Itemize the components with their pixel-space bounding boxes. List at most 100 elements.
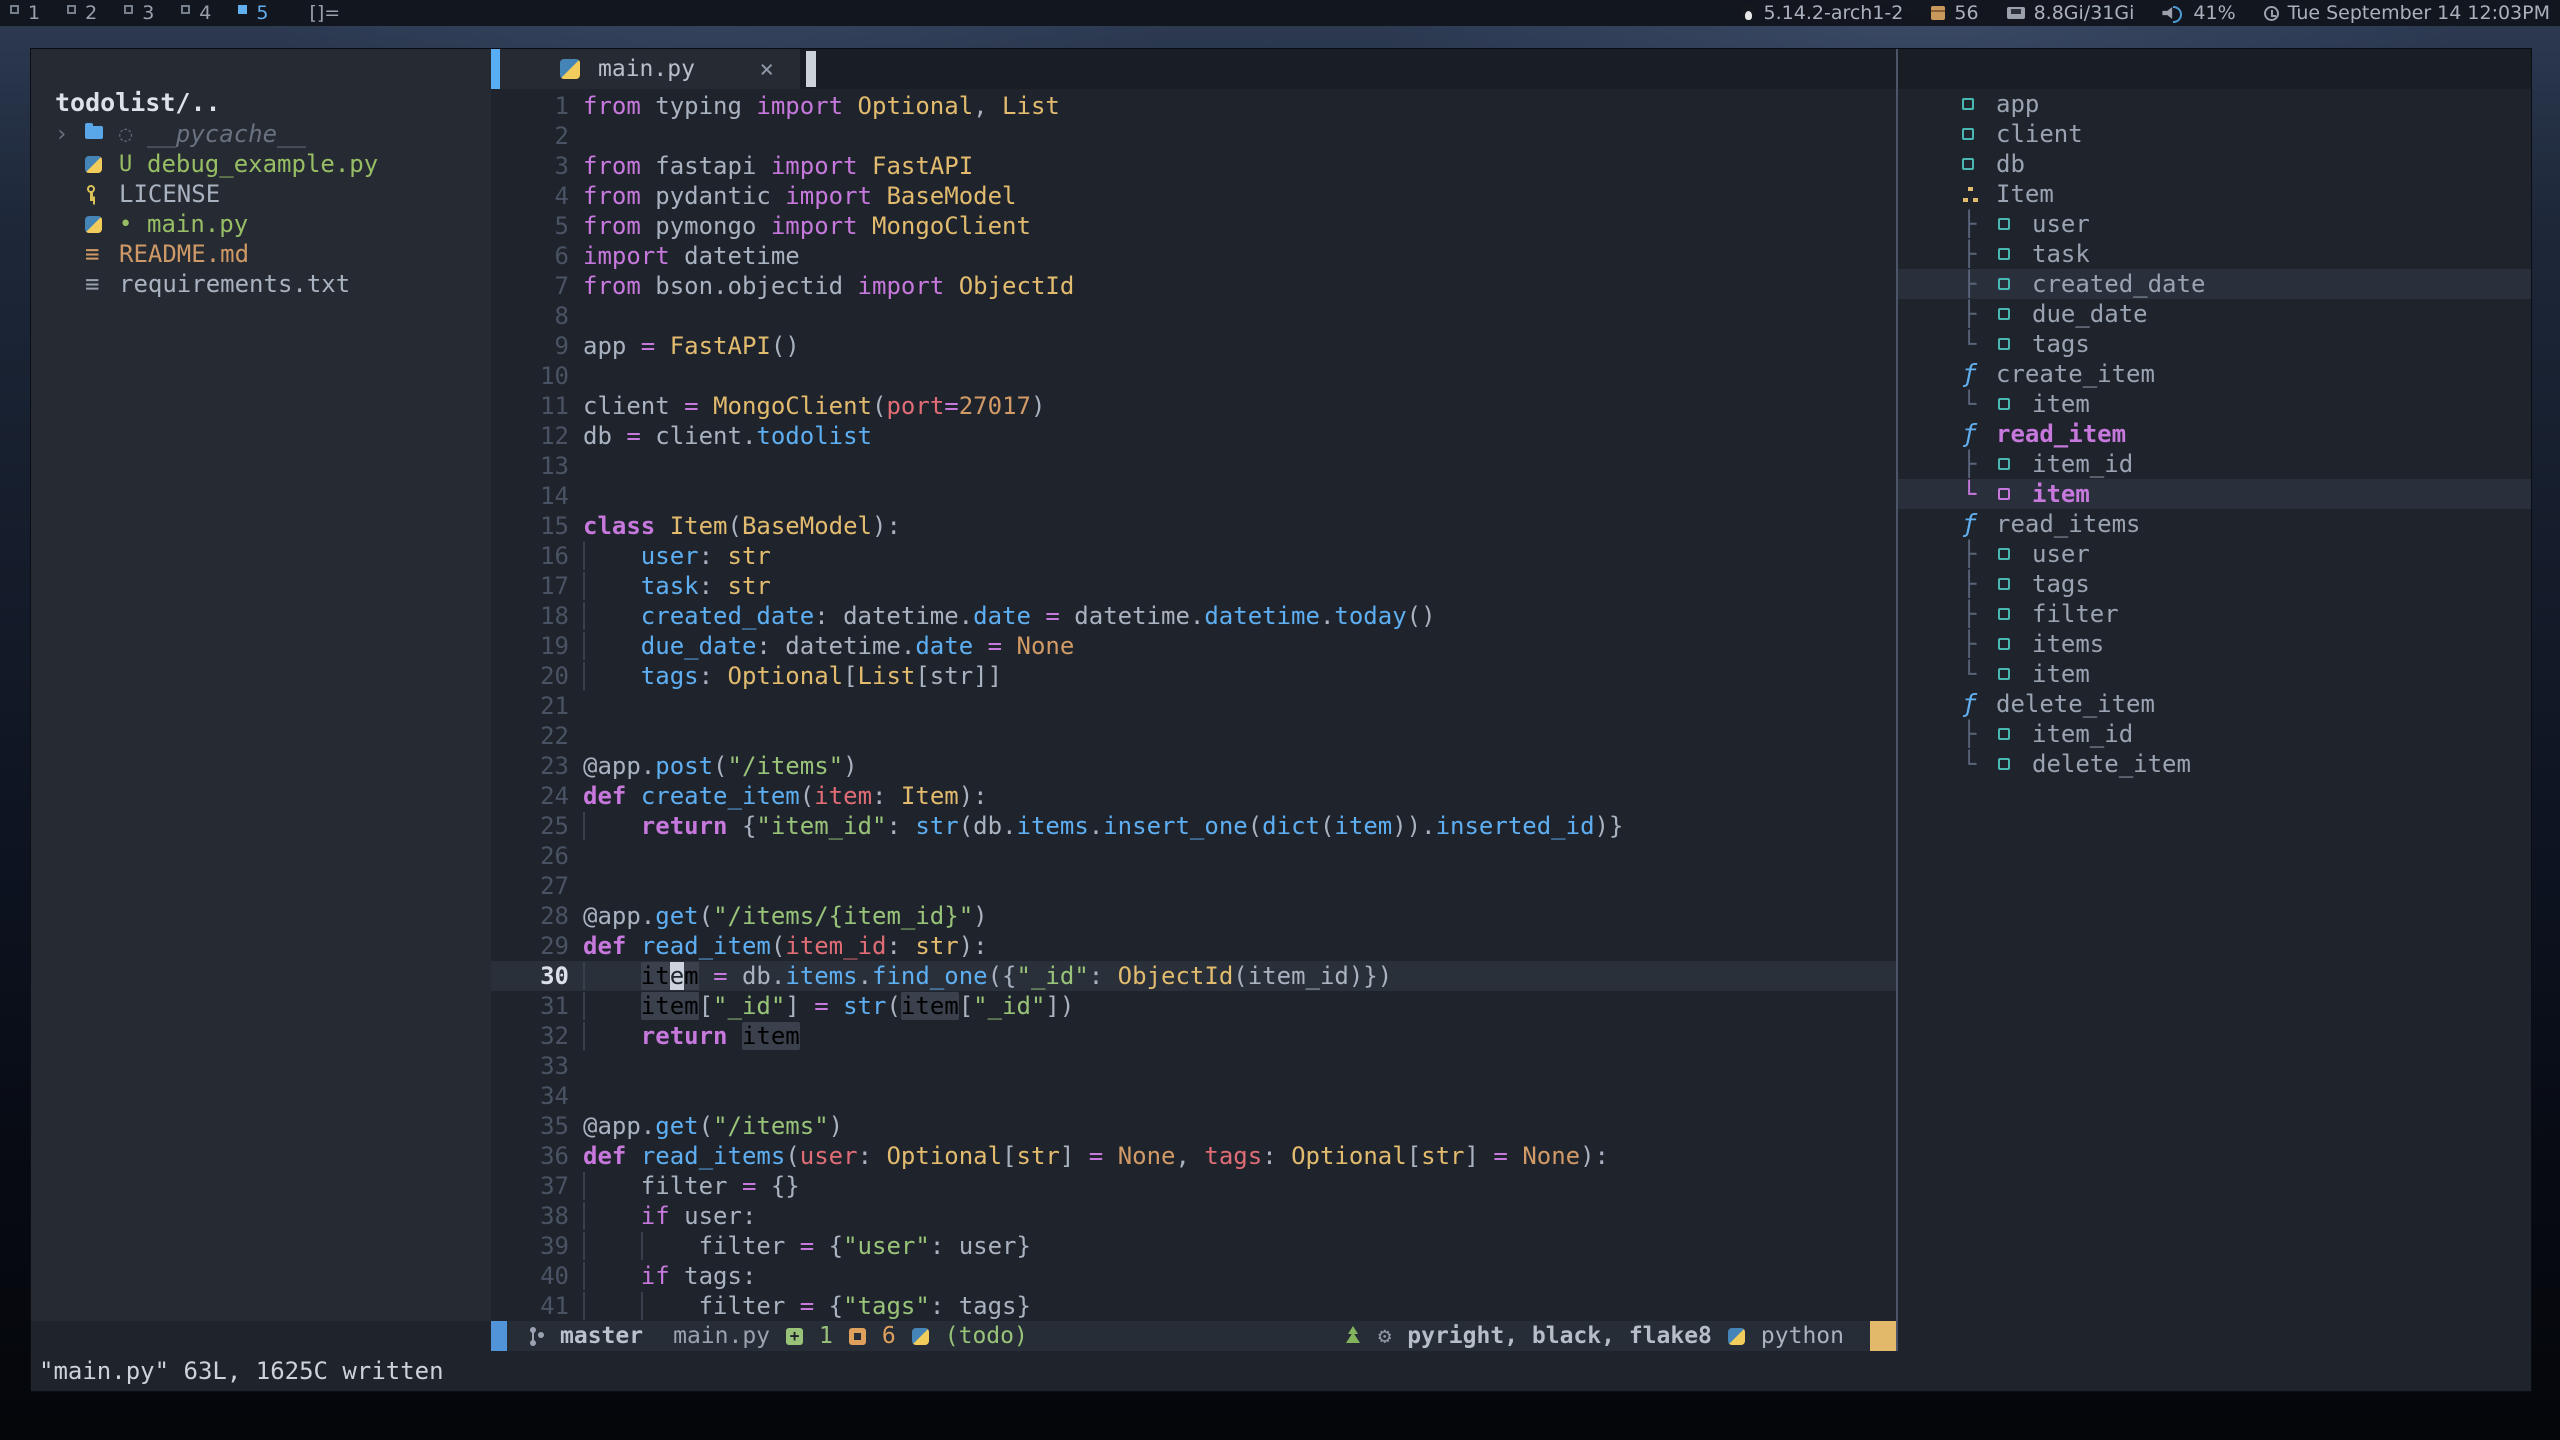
code-line[interactable]: 21 <box>491 691 1896 721</box>
workspace-2[interactable]: 2 <box>67 0 97 26</box>
code-line[interactable]: 23@app.post("/items") <box>491 751 1896 781</box>
code-line[interactable]: 38 if user: <box>491 1201 1896 1231</box>
code-line[interactable]: 41 filter = {"tags": tags} <box>491 1291 1896 1321</box>
code-pane[interactable]: 1from typing import Optional, List23from… <box>491 89 1896 1321</box>
outline-item[interactable]: client <box>1898 119 2531 149</box>
code-line[interactable]: 11client = MongoClient(port=27017) <box>491 391 1896 421</box>
outline-item[interactable]: db <box>1898 149 2531 179</box>
code-line[interactable]: 16 user: str <box>491 541 1896 571</box>
outline-item[interactable]: ├created_date <box>1898 269 2531 299</box>
code-line[interactable]: 28@app.get("/items/{item_id}") <box>491 901 1896 931</box>
tree-item[interactable]: •main.py <box>31 209 491 239</box>
code-line[interactable]: 26 <box>491 841 1896 871</box>
tree-branch-glyph: ├ <box>1962 630 1998 658</box>
code-line[interactable]: 31 item["_id"] = str(item["_id"]) <box>491 991 1896 1021</box>
code-line[interactable]: 12db = client.todolist <box>491 421 1896 451</box>
line-text: client = MongoClient(port=27017) <box>583 391 1045 421</box>
line-number: 19 <box>491 631 569 661</box>
line-text: @app.get("/items") <box>583 1111 843 1141</box>
tree-item[interactable]: README.md <box>31 239 491 269</box>
outline-item[interactable]: └tags <box>1898 329 2531 359</box>
outline-item[interactable]: app <box>1898 89 2531 119</box>
code-line[interactable]: 7from bson.objectid import ObjectId <box>491 271 1896 301</box>
outline-item[interactable]: delete_item <box>1898 689 2531 719</box>
code-line[interactable]: 9app = FastAPI() <box>491 331 1896 361</box>
workspace-4[interactable]: 4 <box>181 0 211 26</box>
code-line[interactable]: 24def create_item(item: Item): <box>491 781 1896 811</box>
code-line[interactable]: 20 tags: Optional[List[str]] <box>491 661 1896 691</box>
outline-item[interactable]: ├user <box>1898 539 2531 569</box>
code-line[interactable]: 22 <box>491 721 1896 751</box>
outline-item[interactable]: └item <box>1898 389 2531 419</box>
outline-item[interactable]: ├item_id <box>1898 449 2531 479</box>
tab-close-icon[interactable]: × <box>760 55 774 83</box>
tree-branch-glyph: ├ <box>1962 600 1998 628</box>
tree-item[interactable]: Udebug_example.py <box>31 149 491 179</box>
tree-item[interactable]: ›◌__pycache__ <box>31 119 491 149</box>
code-line[interactable]: 33 <box>491 1051 1896 1081</box>
file-name: README.md <box>119 240 249 268</box>
tree-branch-glyph: ├ <box>1962 720 1998 748</box>
cube-icon <box>1998 218 2032 230</box>
code-line[interactable]: 27 <box>491 871 1896 901</box>
code-line[interactable]: 13 <box>491 451 1896 481</box>
code-line[interactable]: 8 <box>491 301 1896 331</box>
outline-item[interactable]: └item <box>1898 479 2531 509</box>
workspace-3[interactable]: 3 <box>124 0 154 26</box>
file-explorer-pane[interactable]: todolist/.. ›◌__pycache__Udebug_example.… <box>31 49 491 1321</box>
line-number: 25 <box>491 811 569 841</box>
outline-item[interactable]: ├due_date <box>1898 299 2531 329</box>
line-number: 22 <box>491 721 569 751</box>
code-line[interactable]: 36def read_items(user: Optional[str] = N… <box>491 1141 1896 1171</box>
tab-main.py[interactable]: main.py× <box>500 49 800 89</box>
outline-item[interactable]: read_item <box>1898 419 2531 449</box>
code-line[interactable]: 4from pydantic import BaseModel <box>491 181 1896 211</box>
virtualenv-label: (todo) <box>945 1323 1028 1349</box>
layout-symbol[interactable]: []= <box>309 2 340 24</box>
python-icon <box>1728 1328 1745 1345</box>
outline-item[interactable]: create_item <box>1898 359 2531 389</box>
code-line[interactable]: 35@app.get("/items") <box>491 1111 1896 1141</box>
code-line[interactable]: 19 due_date: datetime.date = None <box>491 631 1896 661</box>
code-line[interactable]: 18 created_date: datetime.date = datetim… <box>491 601 1896 631</box>
outline-item[interactable]: read_items <box>1898 509 2531 539</box>
pane-separator[interactable] <box>1896 49 1898 1351</box>
code-line[interactable]: 2 <box>491 121 1896 151</box>
outline-item[interactable]: ├filter <box>1898 599 2531 629</box>
outline-item[interactable]: └item <box>1898 659 2531 689</box>
diff-added-count: 1 <box>819 1323 833 1349</box>
code-line[interactable]: 6import datetime <box>491 241 1896 271</box>
code-line[interactable]: 5from pymongo import MongoClient <box>491 211 1896 241</box>
outline-item[interactable]: ├task <box>1898 239 2531 269</box>
code-line[interactable]: 10 <box>491 361 1896 391</box>
line-text: @app.get("/items/{item_id}") <box>583 901 988 931</box>
code-line[interactable]: 1from typing import Optional, List <box>491 91 1896 121</box>
code-line[interactable]: 34 <box>491 1081 1896 1111</box>
outline-pane[interactable]: appclientdbItem├user├task├created_date├d… <box>1898 89 2531 1321</box>
outline-item[interactable]: └delete_item <box>1898 749 2531 779</box>
code-line[interactable]: 40 if tags: <box>491 1261 1896 1291</box>
outline-item[interactable]: Item <box>1898 179 2531 209</box>
code-line[interactable]: 37 filter = {} <box>491 1171 1896 1201</box>
workspace-1[interactable]: 1 <box>10 0 40 26</box>
code-line[interactable]: 39 filter = {"user": user} <box>491 1231 1896 1261</box>
status-item: 41% <box>2162 2 2235 24</box>
file-tree-root: todolist/.. <box>31 85 491 119</box>
volume-icon <box>2162 5 2184 21</box>
tree-item[interactable]: requirements.txt <box>31 269 491 299</box>
tree-item[interactable]: LICENSE <box>31 179 491 209</box>
outline-item[interactable]: ├tags <box>1898 569 2531 599</box>
code-line[interactable]: 14 <box>491 481 1896 511</box>
code-line[interactable]: 30 item = db.items.find_one({"_id": Obje… <box>491 961 1896 991</box>
code-line[interactable]: 25 return {"item_id": str(db.items.inser… <box>491 811 1896 841</box>
workspace-5[interactable]: 5 <box>238 0 268 26</box>
code-line[interactable]: 32 return item <box>491 1021 1896 1051</box>
line-number: 23 <box>491 751 569 781</box>
outline-item[interactable]: ├items <box>1898 629 2531 659</box>
code-line[interactable]: 29def read_item(item_id: str): <box>491 931 1896 961</box>
code-line[interactable]: 15class Item(BaseModel): <box>491 511 1896 541</box>
outline-item[interactable]: ├user <box>1898 209 2531 239</box>
outline-item[interactable]: ├item_id <box>1898 719 2531 749</box>
code-line[interactable]: 17 task: str <box>491 571 1896 601</box>
code-line[interactable]: 3from fastapi import FastAPI <box>491 151 1896 181</box>
